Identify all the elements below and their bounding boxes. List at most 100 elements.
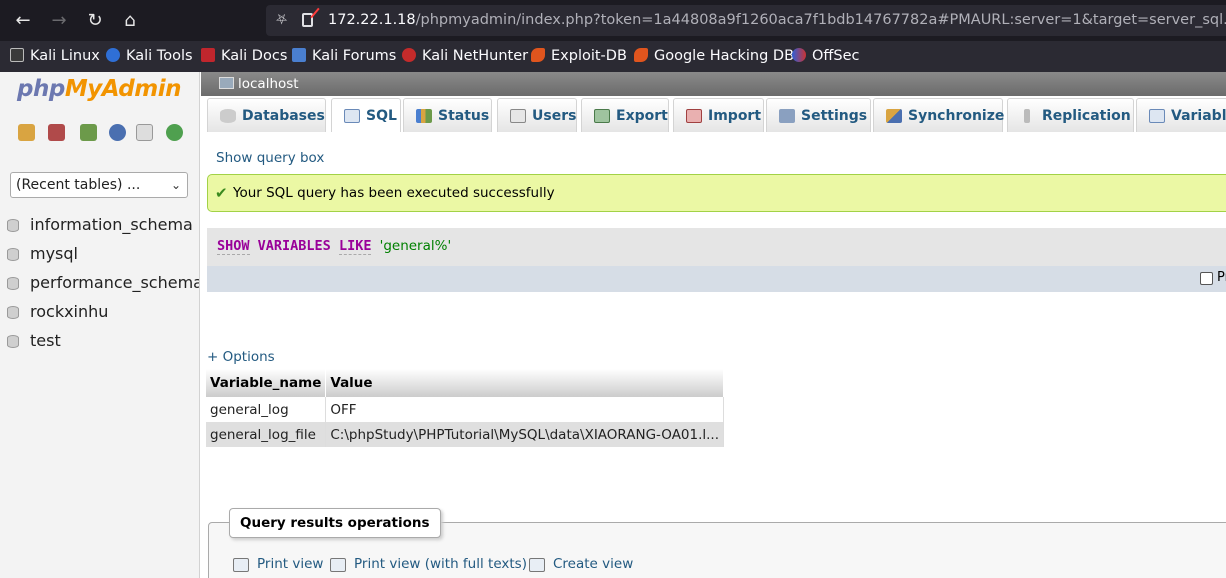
results-table: Variable_name Value general_log OFF gene… xyxy=(206,369,725,447)
server-icon xyxy=(219,77,234,89)
table-row: general_log OFF xyxy=(206,397,725,422)
printer-icon xyxy=(233,558,249,572)
tab-replication[interactable]: Replication xyxy=(1007,98,1134,132)
forward-icon[interactable]: → xyxy=(46,8,72,34)
tab-settings[interactable]: Settings xyxy=(766,98,871,132)
offsec-icon xyxy=(792,48,806,62)
sql-query-text: SHOW VARIABLES LIKE 'general%' xyxy=(217,238,452,255)
recent-tables-select[interactable]: (Recent tables) ... ⌄ xyxy=(10,172,188,198)
reload-icon[interactable]: ↻ xyxy=(82,8,108,34)
table-cell[interactable]: C:\phpStudy\PHPTutorial\MySQL\data\XIAOR… xyxy=(325,422,725,447)
show-query-box-link[interactable]: Show query box xyxy=(216,150,324,166)
nethunter-icon xyxy=(402,48,416,62)
sql-icon xyxy=(344,109,360,123)
sql-query-box: SHOW VARIABLES LIKE 'general%' Pr xyxy=(207,228,1226,292)
wrench-icon xyxy=(779,109,795,123)
top-menu-tabs: Databases SQL Status Users Export Import… xyxy=(207,98,1226,132)
bookmark-google-hacking-db[interactable]: Google Hacking DB xyxy=(634,41,794,72)
tab-users[interactable]: Users xyxy=(497,98,577,132)
bookmark-exploit-db[interactable]: Exploit-DB xyxy=(531,41,627,72)
database-item[interactable]: information_schema xyxy=(0,213,199,242)
column-header[interactable]: Variable_name xyxy=(206,369,327,397)
export-icon xyxy=(594,109,610,123)
navigation-panel: phpMyAdmin (Recent tables) ... ⌄ informa… xyxy=(0,72,200,578)
profiling-label: Pr xyxy=(1217,270,1226,285)
table-cell[interactable]: general_log xyxy=(206,397,327,422)
column-header[interactable]: Value xyxy=(325,369,725,397)
table-cell[interactable]: general_log_file xyxy=(206,422,327,447)
reload-nav-icon[interactable] xyxy=(166,124,183,141)
profiling-checkbox[interactable] xyxy=(1200,272,1213,285)
query-results-operations-legend: Query results operations xyxy=(229,508,441,538)
address-bar[interactable]: ⛧ 172.22.1.18/phpmyadmin/index.php?token… xyxy=(266,5,1226,36)
database-item[interactable]: test xyxy=(0,329,199,358)
tab-import[interactable]: Import xyxy=(673,98,764,132)
chevron-down-icon: ⌄ xyxy=(170,178,181,192)
sql-query-footer: Pr xyxy=(207,266,1226,292)
bookmark-kali-docs[interactable]: Kali Docs xyxy=(201,41,287,72)
synchronize-icon xyxy=(886,109,902,123)
phpmyadmin-logo[interactable]: phpMyAdmin xyxy=(17,76,181,102)
database-icon xyxy=(220,109,236,123)
insecure-lock-icon[interactable] xyxy=(302,13,313,27)
help-icon[interactable] xyxy=(109,124,126,141)
view-icon xyxy=(529,558,545,572)
tab-sql[interactable]: SQL xyxy=(331,98,401,132)
users-icon xyxy=(510,109,526,123)
database-icon xyxy=(7,277,19,290)
database-icon xyxy=(7,219,19,232)
home-icon[interactable] xyxy=(18,124,35,141)
kali-docs-icon xyxy=(201,48,215,62)
tab-status[interactable]: Status xyxy=(403,98,492,132)
home-icon[interactable]: ⌂ xyxy=(117,8,143,34)
tab-synchronize[interactable]: Synchronize xyxy=(873,98,1004,132)
status-icon xyxy=(416,109,432,123)
bookmark-offsec[interactable]: OffSec xyxy=(792,41,860,72)
server-breadcrumb: localhost xyxy=(201,72,1226,96)
browser-toolbar: ← → ↻ ⌂ ⛧ 172.22.1.18/phpmyadmin/index.p… xyxy=(0,0,1226,41)
tab-databases[interactable]: Databases xyxy=(207,98,326,132)
database-icon xyxy=(7,306,19,319)
database-item[interactable]: mysql xyxy=(0,242,199,271)
kali-tools-icon xyxy=(106,48,120,62)
import-icon xyxy=(686,109,702,123)
bookmarks-bar: Kali Linux Kali Tools Kali Docs Kali For… xyxy=(0,41,1226,72)
logout-icon[interactable] xyxy=(48,124,65,141)
sql-keyword-show[interactable]: SHOW xyxy=(217,238,250,255)
kali-dragon-icon xyxy=(10,48,24,62)
database-item[interactable]: rockxinhu xyxy=(0,300,199,329)
query-window-icon[interactable] xyxy=(80,124,97,141)
tab-export[interactable]: Export xyxy=(581,98,669,132)
tab-variables[interactable]: Variables xyxy=(1136,98,1226,132)
bookmark-kali-forums[interactable]: Kali Forums xyxy=(292,41,396,72)
print-view-link[interactable]: Print view xyxy=(233,556,323,572)
success-message: ✔ Your SQL query has been executed succe… xyxy=(207,174,1226,212)
options-link[interactable]: + Options xyxy=(207,349,275,365)
kali-forums-icon xyxy=(292,48,306,62)
create-view-link[interactable]: Create view xyxy=(529,556,633,572)
exploit-db-icon xyxy=(531,48,545,62)
main-content: localhost Databases SQL Status Users Exp… xyxy=(201,72,1226,578)
tracking-shield-icon[interactable]: ⛧ xyxy=(276,5,287,36)
sql-string-literal: 'general%' xyxy=(379,238,452,254)
checkmark-icon: ✔ xyxy=(215,184,228,202)
database-icon xyxy=(7,335,19,348)
database-tree: information_schema mysql performance_sch… xyxy=(0,213,199,358)
server-link[interactable]: localhost xyxy=(238,72,299,96)
printer-icon xyxy=(330,558,346,572)
url-text: 172.22.1.18/phpmyadmin/index.php?token=1… xyxy=(328,12,1226,28)
back-icon[interactable]: ← xyxy=(10,8,36,34)
bookmark-kali-tools[interactable]: Kali Tools xyxy=(106,41,193,72)
variables-icon xyxy=(1149,109,1165,123)
print-view-full-texts-link[interactable]: Print view (with full texts) xyxy=(330,556,527,572)
table-cell[interactable]: OFF xyxy=(325,397,725,422)
bookmark-kali-linux[interactable]: Kali Linux xyxy=(10,41,100,72)
replication-icon xyxy=(1024,109,1030,123)
database-icon xyxy=(7,248,19,261)
ghdb-icon xyxy=(634,48,648,62)
docs-icon[interactable] xyxy=(136,124,153,141)
bookmark-kali-nethunter[interactable]: Kali NetHunter xyxy=(402,41,528,72)
sql-keyword-like[interactable]: LIKE xyxy=(338,238,372,255)
table-row: general_log_file C:\phpStudy\PHPTutorial… xyxy=(206,422,725,447)
database-item[interactable]: performance_schema xyxy=(0,271,199,300)
